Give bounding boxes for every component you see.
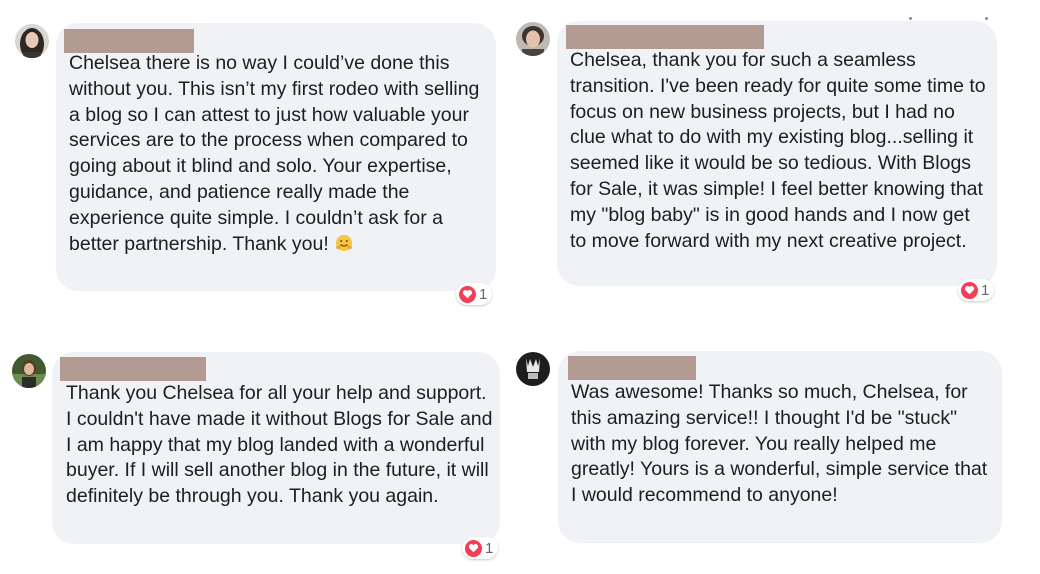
comment-text-body: Was awesome! Thanks so much, Chelsea, fo… xyxy=(571,381,988,507)
avatar[interactable] xyxy=(516,352,550,386)
comment-bubble: Was awesome! Thanks so much, Chelsea, fo… xyxy=(558,351,1002,543)
avatar-photo xyxy=(516,352,550,386)
redacted-author-name xyxy=(568,356,696,380)
comment: Was awesome! Thanks so much, Chelsea, fo… xyxy=(0,0,1040,574)
comment-text: Was awesome! Thanks so much, Chelsea, fo… xyxy=(571,380,989,509)
